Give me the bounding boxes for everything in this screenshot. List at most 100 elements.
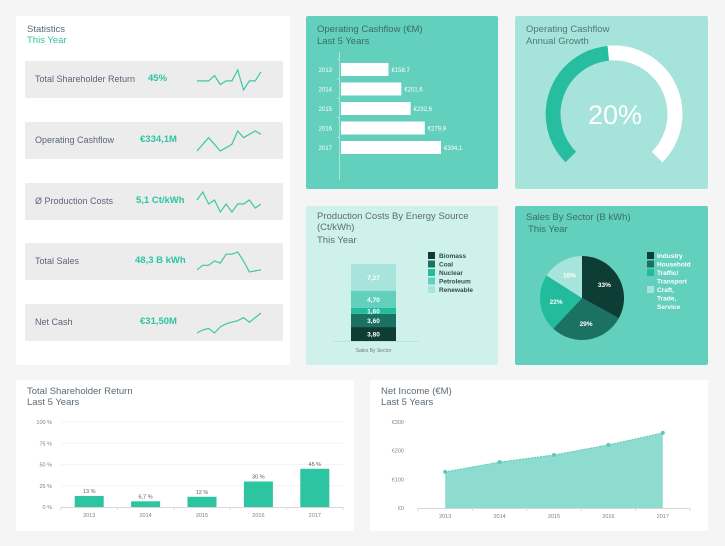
bar bbox=[187, 496, 217, 507]
operating-cashflow-card: Operating Cashflow (€M) Last 5 Years 201… bbox=[306, 16, 498, 189]
bar-label: 30 % bbox=[252, 475, 265, 481]
stat-label: Net Cash bbox=[35, 317, 73, 327]
sparkline-path bbox=[196, 251, 262, 273]
segment-label: 4,70 bbox=[367, 297, 380, 304]
area-fill bbox=[445, 432, 663, 508]
slice-label: 29% bbox=[580, 321, 593, 328]
legend-swatch bbox=[647, 286, 654, 293]
sales-by-sector-pie: 33% 29% 22% 16% Industry HouseholdTraffic/Tra… bbox=[540, 252, 691, 340]
x-tick-label: 2016 bbox=[252, 513, 264, 519]
stat-value: 45% bbox=[148, 73, 168, 84]
bar-label: €334,1 bbox=[444, 146, 463, 152]
y-tick-label: 100 % bbox=[36, 420, 52, 426]
statistics-card: Statistics This Year Total Shareholder R… bbox=[16, 16, 290, 365]
bar-label: 45 % bbox=[309, 462, 322, 468]
slice-label: 16% bbox=[563, 273, 576, 280]
data-point bbox=[606, 442, 611, 447]
sparkline-path bbox=[196, 129, 262, 152]
y-tick-label: 2016 bbox=[319, 127, 333, 133]
sparkline-path bbox=[197, 68, 262, 92]
y-tick-label: €200 bbox=[392, 449, 404, 455]
sparkline bbox=[196, 190, 262, 214]
y-tick-label: €0 bbox=[398, 506, 404, 512]
bar bbox=[341, 63, 389, 76]
sparkline bbox=[196, 129, 262, 152]
y-tick-label: 0 % bbox=[43, 505, 53, 511]
stat-label: Total Sales bbox=[35, 256, 80, 266]
stat-row-net-cash[interactable]: Net Cash €31,50M bbox=[25, 304, 283, 341]
y-tick-label: 25 % bbox=[39, 484, 52, 490]
stat-value: €334,1M bbox=[140, 134, 177, 145]
y-tick-label: 2014 bbox=[319, 88, 333, 94]
stat-row-total-sales[interactable]: Total Sales 48,3 B kWh bbox=[25, 243, 283, 280]
legend-label: Traffic/ bbox=[657, 270, 679, 277]
data-point bbox=[660, 430, 665, 435]
stat-row-total-shareholder-return[interactable]: Total Shareholder Return 45% bbox=[25, 61, 283, 98]
stat-row-operating-cashflow[interactable]: Operating Cashflow €334,1M bbox=[25, 122, 283, 159]
y-tick-label: 2017 bbox=[319, 146, 333, 152]
bar-label: 12 % bbox=[196, 490, 209, 496]
y-tick-label: 75 % bbox=[39, 441, 52, 447]
x-tick-label: 2015 bbox=[196, 513, 208, 519]
legend-label: Nuclear bbox=[439, 270, 463, 277]
bar bbox=[341, 121, 425, 135]
segment-label: 1,60 bbox=[367, 308, 380, 315]
net-income-area-chart: €0 €100 €200 €300 2013 2014 2015 2016 2017 bbox=[392, 420, 691, 520]
y-tick-label: €300 bbox=[392, 420, 404, 426]
legend-label: Renewable bbox=[439, 287, 473, 294]
production-costs-card: Production Costs By Energy Source (Ct/kW… bbox=[306, 206, 498, 365]
bar-label: €232,6 bbox=[414, 107, 433, 113]
annual-growth-card: Operating Cashflow Annual Growth 20% bbox=[515, 16, 708, 189]
sparkline-path bbox=[196, 190, 262, 214]
slice-label: 33% bbox=[598, 282, 611, 289]
legend-label: Petroleum bbox=[439, 279, 471, 286]
statistics-subtitle: This Year bbox=[27, 35, 67, 46]
bar bbox=[341, 102, 411, 115]
bar-label: €201,6 bbox=[404, 88, 423, 94]
y-tick-label: €100 bbox=[392, 477, 404, 483]
shareholder-return-bar-chart: 0 % 25 % 50 % 75 % 100 % 13 % 2013 6,7 % 2014 12 … bbox=[36, 420, 344, 519]
net-income-card: Net Income (€M) Last 5 Years €0 €100 €200 €… bbox=[370, 380, 708, 531]
x-tick-label: 2013 bbox=[83, 513, 95, 519]
legend-label: Trade, bbox=[657, 296, 676, 303]
sparkline bbox=[196, 251, 262, 273]
legend-label: Transport bbox=[657, 279, 688, 286]
segment-label: 3,60 bbox=[367, 318, 380, 325]
legend-label: Service bbox=[657, 304, 681, 311]
bar bbox=[341, 141, 441, 154]
bar-label: €158,7 bbox=[392, 68, 411, 74]
production-costs-stacked-bar: 3,80 3,60 1,60 4,70 7,27 Sales By Sector Bioma… bbox=[334, 252, 473, 354]
legend-swatch bbox=[428, 260, 435, 268]
x-tick-label: 2016 bbox=[602, 514, 614, 520]
x-tick-label: 2015 bbox=[548, 514, 560, 520]
legend-swatch bbox=[428, 252, 435, 259]
legend-label: Industry bbox=[657, 253, 683, 260]
x-tick-label: 2017 bbox=[657, 514, 669, 520]
stat-row-production-costs[interactable]: Ø Production Costs 5,1 Ct/kWh bbox=[25, 183, 283, 220]
bar bbox=[341, 82, 402, 96]
y-tick-label: 2015 bbox=[319, 107, 333, 113]
bar bbox=[243, 481, 273, 507]
x-tick-label: 2017 bbox=[309, 513, 321, 519]
growth-gauge: 20% bbox=[545, 45, 683, 163]
segment-label: 3,80 bbox=[367, 332, 380, 339]
bar bbox=[74, 495, 104, 507]
legend-label: Coal bbox=[439, 262, 453, 269]
legend-swatch bbox=[428, 286, 435, 293]
stat-label: Ø Production Costs bbox=[35, 196, 114, 206]
sales-by-sector-card: Sales By Sector (B kWh) This Year 33% 29%… bbox=[515, 206, 708, 365]
y-tick-label: 2013 bbox=[319, 68, 333, 74]
bar bbox=[300, 468, 330, 507]
shareholder-return-card: Total Shareholder Return Last 5 Years 0 … bbox=[16, 380, 354, 531]
sparkline-path bbox=[196, 312, 262, 334]
sparkline bbox=[196, 312, 262, 334]
segment-label: 7,27 bbox=[367, 275, 380, 282]
legend-swatch bbox=[428, 277, 435, 285]
bar-label: 6,7 % bbox=[139, 494, 153, 500]
cashflow-bar-chart: 2013 €158,7 2014 €201,6 2015 €232,6 2016 €279,9… bbox=[319, 52, 463, 180]
sparkline bbox=[197, 68, 262, 92]
slice-label: 22% bbox=[550, 299, 563, 306]
legend-swatch bbox=[647, 269, 654, 276]
data-point bbox=[552, 452, 556, 457]
stat-label: Total Shareholder Return bbox=[35, 74, 136, 84]
